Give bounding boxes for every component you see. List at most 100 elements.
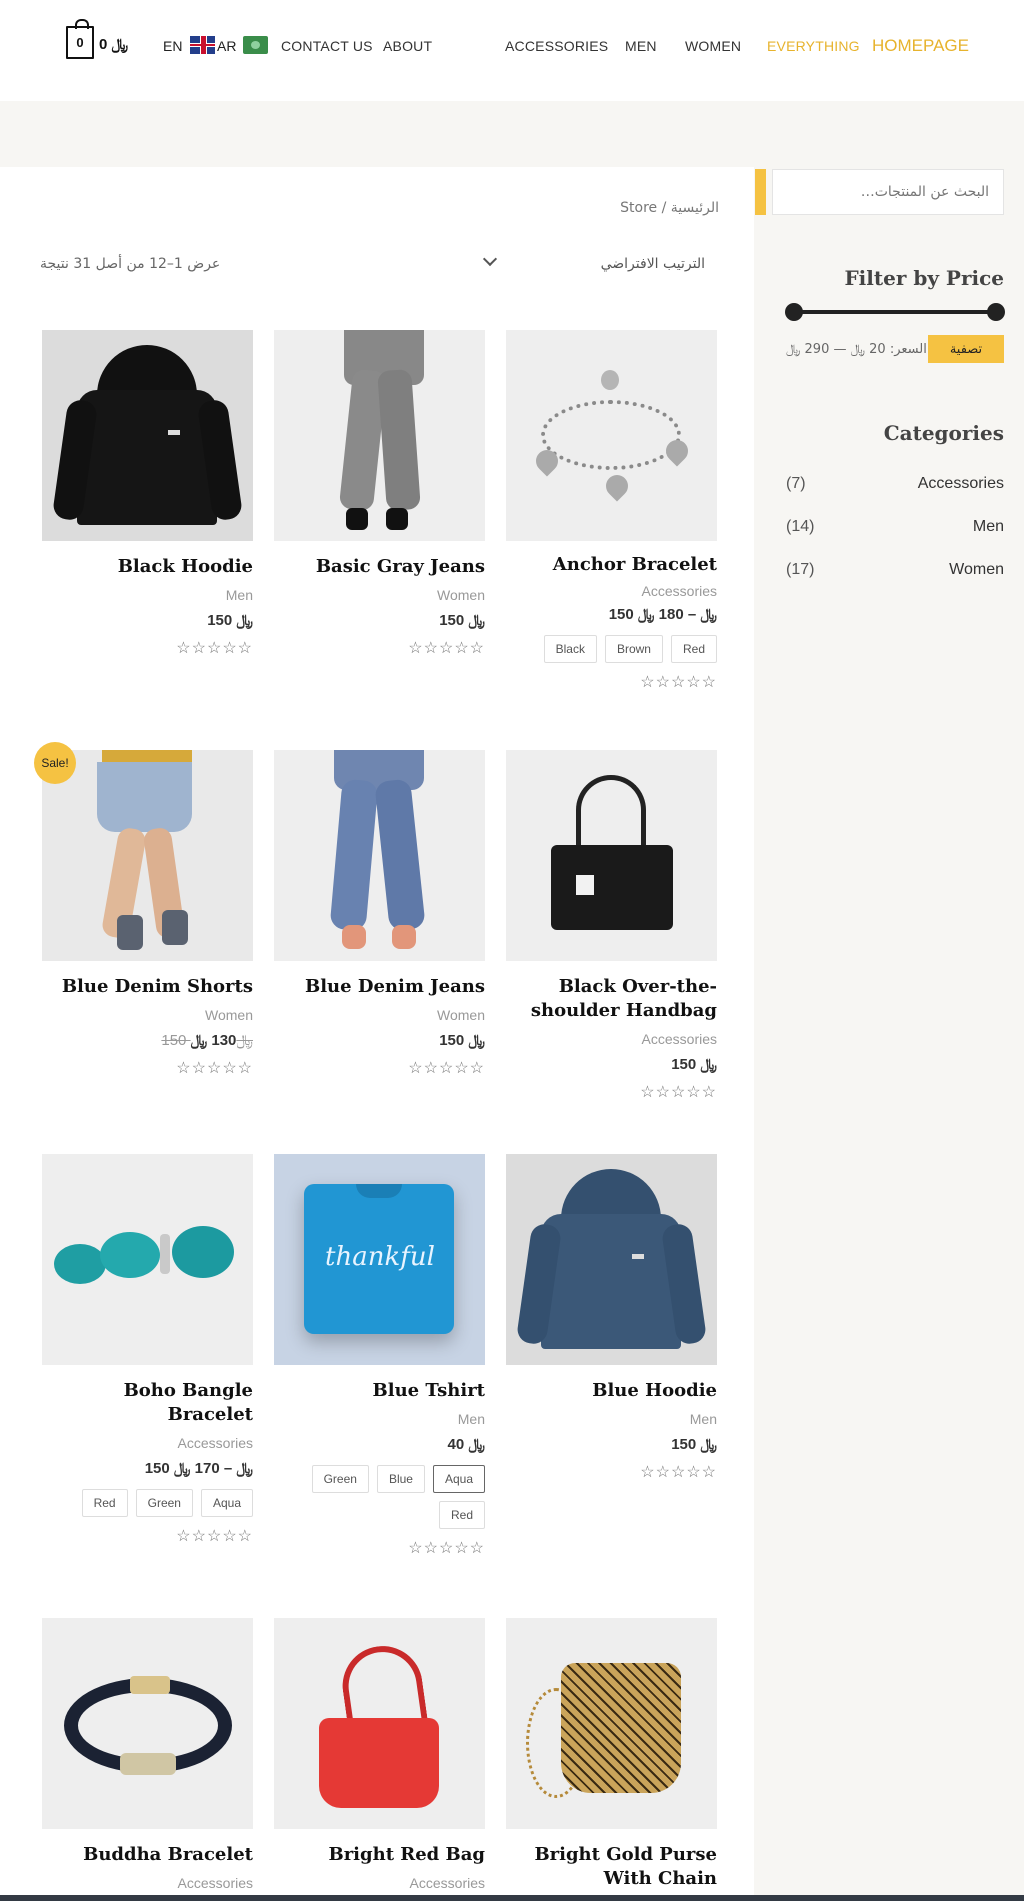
swatch-red[interactable]: Red — [670, 635, 717, 663]
categories-title: Categories — [883, 421, 1004, 445]
uk-flag-icon[interactable] — [190, 36, 215, 54]
product-card[interactable]: Bright Gold Purse With Chain — [506, 1618, 717, 1891]
product-card[interactable]: Buddha Bracelet Accessories — [42, 1618, 253, 1891]
price-slider-max-handle[interactable] — [987, 303, 1005, 321]
star-rating-icon: ☆☆☆☆☆ — [176, 640, 253, 657]
price-slider-min-handle[interactable] — [785, 303, 803, 321]
product-category: Men — [457, 1411, 485, 1427]
product-image[interactable] — [506, 750, 717, 961]
page-band — [0, 101, 1024, 167]
swatch-black[interactable]: Black — [543, 635, 597, 663]
product-image[interactable] — [274, 750, 485, 961]
product-price: 150 ﷼ — [671, 1436, 717, 1453]
product-image[interactable] — [274, 330, 485, 541]
tshirt-print-text: thankful — [325, 1242, 435, 1272]
site-header: 0 0 ﷼ EN AR CONTACT US ABOUT ACCESSORIES… — [0, 0, 1024, 101]
product-price: 150 ﷼ — [439, 1032, 485, 1049]
product-image[interactable] — [274, 1618, 485, 1829]
nav-about[interactable]: ABOUT — [383, 38, 432, 54]
swatch-green[interactable]: Green — [311, 1465, 369, 1493]
product-image[interactable] — [42, 750, 253, 961]
product-price: 150 ﷼ — [671, 1056, 717, 1073]
category-link-women[interactable]: Women — [949, 561, 1004, 579]
product-title[interactable]: Blue Denim Jeans — [274, 975, 485, 999]
nav-accessories[interactable]: ACCESSORIES — [505, 38, 608, 54]
lang-en-link[interactable]: EN — [163, 38, 182, 54]
product-title[interactable]: Blue Denim Shorts — [42, 975, 253, 999]
product-card[interactable]: Bright Red Bag Accessories — [274, 1618, 485, 1891]
star-rating-icon: ☆☆☆☆☆ — [640, 1464, 717, 1481]
product-price: 150 ﷼ – 170 ﷼ — [144, 1460, 253, 1477]
product-image[interactable] — [506, 1618, 717, 1829]
sale-badge: Sale! — [34, 742, 76, 784]
star-rating-icon: ☆☆☆☆☆ — [176, 1528, 253, 1545]
cart-icon[interactable]: 0 — [66, 19, 94, 59]
product-image[interactable] — [42, 1154, 253, 1365]
star-rating-icon: ☆☆☆☆☆ — [408, 1540, 485, 1557]
nav-men[interactable]: MEN — [625, 38, 657, 54]
swatch-red[interactable]: Red — [438, 1501, 485, 1529]
product-category: Women — [437, 1007, 485, 1023]
product-image[interactable] — [506, 1154, 717, 1365]
product-title[interactable]: Blue Tshirt — [274, 1379, 485, 1403]
product-title[interactable]: Bright Gold Purse With Chain — [506, 1843, 717, 1891]
product-category: Accessories — [641, 1031, 717, 1047]
nav-contact-us[interactable]: CONTACT US — [281, 38, 373, 54]
result-count: عرض 1–12 من أصل 31 نتيجة — [40, 256, 221, 272]
product-image[interactable]: thankful — [274, 1154, 485, 1365]
product-image[interactable] — [42, 1618, 253, 1829]
star-rating-icon: ☆☆☆☆☆ — [640, 1084, 717, 1101]
product-title[interactable]: Blue Hoodie — [506, 1379, 717, 1403]
price-range-label: السعر: 20 ﷼ — 290 ﷼ — [786, 342, 927, 357]
price-slider-track[interactable] — [793, 310, 996, 314]
lang-ar-link[interactable]: AR — [217, 38, 236, 54]
product-category: Men — [689, 1411, 717, 1427]
product-card[interactable]: Boho Bangle Bracelet Accessories 150 ﷼ –… — [42, 1154, 253, 1546]
category-count: (14) — [786, 518, 815, 535]
product-card[interactable]: Black Hoodie Men 150 ﷼ ☆☆☆☆☆ — [42, 330, 253, 658]
product-image[interactable] — [506, 330, 717, 541]
product-category: Accessories — [409, 1875, 485, 1891]
cart-total[interactable]: 0 ﷼ — [99, 36, 128, 53]
product-title[interactable]: Black Hoodie — [42, 555, 253, 579]
nav-homepage[interactable]: HOMEPAGE — [872, 36, 969, 56]
nav-women[interactable]: WOMEN — [685, 38, 741, 54]
swatch-aqua[interactable]: Aqua — [200, 1489, 253, 1517]
product-card[interactable]: Blue Denim Jeans Women 150 ﷼ ☆☆☆☆☆ — [274, 750, 485, 1078]
saudi-flag-icon[interactable] — [243, 36, 268, 54]
star-rating-icon: ☆☆☆☆☆ — [176, 1060, 253, 1077]
product-title[interactable]: Buddha Bracelet — [42, 1843, 253, 1867]
star-rating-icon: ☆☆☆☆☆ — [408, 640, 485, 657]
product-title[interactable]: Bright Red Bag — [274, 1843, 485, 1867]
product-card[interactable]: Black Over-the-shoulder Handbag Accessor… — [506, 750, 717, 1102]
product-card[interactable]: Basic Gray Jeans Women 150 ﷼ ☆☆☆☆☆ — [274, 330, 485, 658]
swatch-green[interactable]: Green — [135, 1489, 193, 1517]
category-link-men[interactable]: Men — [973, 518, 1004, 536]
product-title[interactable]: Boho Bangle Bracelet — [42, 1379, 253, 1427]
product-price: 150 ﷼ – 180 ﷼ — [608, 606, 717, 623]
swatch-blue[interactable]: Blue — [376, 1465, 425, 1493]
swatch-aqua[interactable]: Aqua — [432, 1465, 485, 1493]
product-image[interactable] — [42, 330, 253, 541]
product-price: 150 ﷼ — [439, 612, 485, 629]
swatch-red[interactable]: Red — [81, 1489, 128, 1517]
product-search-input[interactable] — [772, 169, 1004, 215]
category-link-accessories[interactable]: Accessories — [918, 475, 1004, 493]
sort-select[interactable]: الترتيب الافتراضي — [470, 248, 715, 282]
category-count: (7) — [786, 475, 806, 492]
product-title[interactable]: Anchor Bracelet — [506, 553, 717, 577]
product-card[interactable]: Anchor Bracelet Accessories 150 ﷼ – 180 … — [506, 330, 717, 692]
filter-button[interactable]: تصفية — [928, 335, 1004, 363]
product-card[interactable]: Blue Denim Shorts Women 150 ﷼130 ﷼ ☆☆☆☆☆ — [42, 750, 253, 1078]
product-title[interactable]: Black Over-the-shoulder Handbag — [506, 975, 717, 1023]
cart-count: 0 — [76, 35, 84, 50]
product-card[interactable]: thankful Blue Tshirt Men 40 ﷼ Aqua Blue … — [274, 1154, 485, 1558]
product-title[interactable]: Basic Gray Jeans — [274, 555, 485, 579]
breadcrumb[interactable]: الرئيسية / Store — [560, 200, 719, 216]
product-category: Women — [437, 587, 485, 603]
nav-everything[interactable]: EVERYTHING — [767, 38, 860, 54]
swatch-brown[interactable]: Brown — [604, 635, 663, 663]
product-category: Accessories — [177, 1435, 253, 1451]
variation-swatches: Aqua Blue Green Red — [274, 1465, 485, 1529]
product-card[interactable]: Blue Hoodie Men 150 ﷼ ☆☆☆☆☆ — [506, 1154, 717, 1482]
